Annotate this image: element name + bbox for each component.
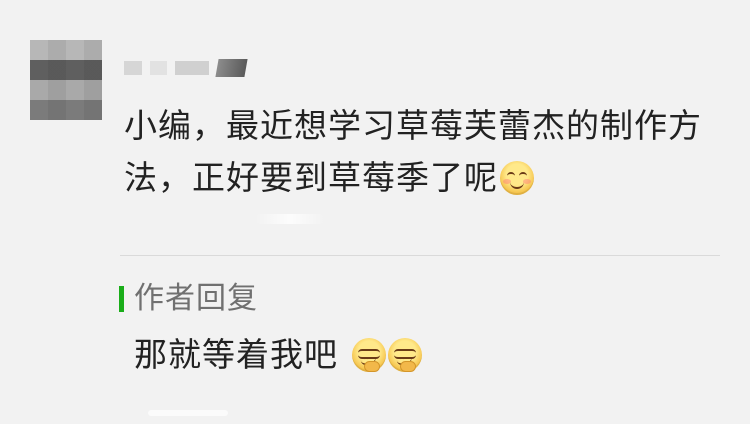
emoji-blush: [503, 179, 511, 184]
divider: [120, 255, 720, 256]
comment-line-1: 小编，最近想学习草莓芙蕾杰的制作方: [124, 106, 702, 145]
smiling-blush-face-icon: [500, 161, 534, 195]
author-reply-text: 那就等着我吧: [134, 331, 422, 379]
faint-overlay-mark: [255, 214, 325, 224]
emoji-blush: [523, 179, 531, 184]
smirk-hand-chin-face-icon: [387, 338, 422, 372]
reply-text-content: 那就等着我吧: [134, 335, 338, 374]
blur-block: [175, 61, 209, 75]
comment-line-2-text: 法，正好要到草莓季了呢: [124, 158, 498, 197]
comment-line-2: 法，正好要到草莓季了呢: [124, 152, 724, 204]
emoji-hand: [363, 361, 380, 372]
blur-block: [215, 59, 248, 77]
smirk-hand-chin-face-icon: [351, 338, 386, 372]
emoji-hand: [399, 361, 416, 372]
reply-accent-bar: [119, 286, 124, 312]
emoji-mouth: [510, 179, 524, 189]
blur-block: [124, 61, 142, 75]
commenter-name-blurred[interactable]: [124, 56, 248, 80]
faint-overlay-mark: [148, 410, 228, 416]
author-reply-label: 作者回复: [134, 281, 258, 316]
comment-text: 小编，最近想学习草莓芙蕾杰的制作方 法，正好要到草莓季了呢: [124, 100, 724, 204]
blur-block: [149, 61, 168, 75]
commenter-avatar[interactable]: [30, 40, 102, 120]
